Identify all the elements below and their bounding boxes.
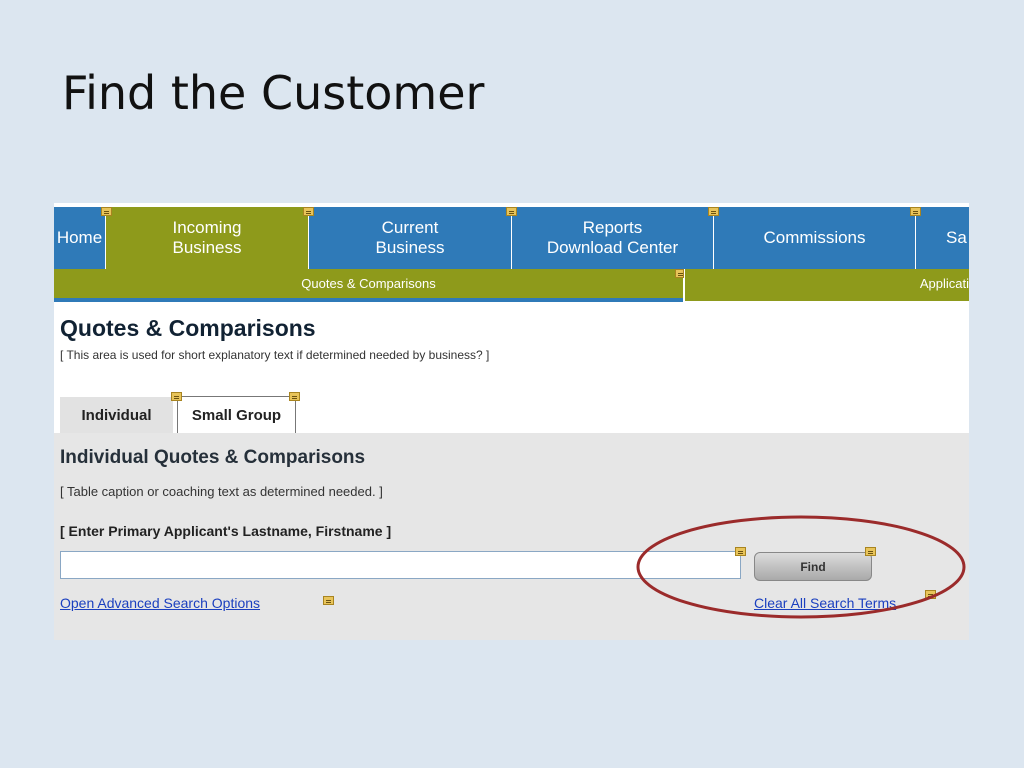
panel-caption: [ Table caption or coaching text as dete… <box>60 484 383 499</box>
tab-small-group[interactable]: Small Group <box>177 396 296 434</box>
applicant-name-input[interactable] <box>60 551 741 579</box>
nav-home[interactable]: Home <box>54 207 106 269</box>
subnav-applications-label: Applicati <box>919 276 969 291</box>
nav-sales-label: Sa <box>946 228 967 247</box>
panel-heading: Individual Quotes & Comparisons <box>60 447 366 468</box>
sticky-note-icon <box>708 207 719 216</box>
sticky-note-icon <box>925 590 936 599</box>
slide-title: Find the Customer <box>62 66 485 120</box>
sticky-note-icon <box>675 269 684 278</box>
sticky-note-icon <box>865 547 876 556</box>
applicant-name-label: [ Enter Primary Applicant's Lastname, Fi… <box>60 523 392 539</box>
top-navigation: Home Incoming Business Current Business … <box>54 207 969 269</box>
nav-reports-download-center[interactable]: Reports Download Center <box>512 207 714 269</box>
nav-sales-partial[interactable]: Sa <box>916 207 969 269</box>
subnav-quotes-label: Quotes & Comparisons <box>301 276 436 291</box>
nav-current-business-label: Current Business <box>375 218 445 257</box>
nav-commissions[interactable]: Commissions <box>714 207 916 269</box>
tab-small-group-label: Small Group <box>191 407 282 424</box>
nav-incoming-business-label: Incoming Business <box>172 218 242 257</box>
active-subnav-indicator <box>54 298 683 302</box>
tab-individual[interactable]: Individual <box>60 397 173 433</box>
nav-commissions-label: Commissions <box>763 228 866 247</box>
subnav-applications-partial[interactable]: Applicati <box>684 269 969 298</box>
sticky-note-icon <box>323 596 334 605</box>
tab-individual-label: Individual <box>81 406 152 424</box>
nav-reports-label: Reports Download Center <box>546 218 679 257</box>
sticky-note-icon <box>101 207 112 216</box>
search-panel: Individual Quotes & Comparisons [ Table … <box>54 433 969 640</box>
sticky-note-icon <box>171 392 182 401</box>
nav-home-label: Home <box>56 228 103 247</box>
nav-current-business[interactable]: Current Business <box>309 207 512 269</box>
nav-incoming-business[interactable]: Incoming Business <box>106 207 309 269</box>
subnav-quotes-comparisons[interactable]: Quotes & Comparisons <box>54 269 683 298</box>
sticky-note-icon <box>910 207 921 216</box>
open-advanced-search-link[interactable]: Open Advanced Search Options <box>60 595 260 611</box>
app-screenshot: Home Incoming Business Current Business … <box>54 203 969 640</box>
page-explanatory-text: [ This area is used for short explanator… <box>60 348 490 362</box>
sticky-note-icon <box>735 547 746 556</box>
sticky-note-icon <box>506 207 517 216</box>
sticky-note-icon <box>303 207 314 216</box>
sticky-note-icon <box>289 392 300 401</box>
clear-search-terms-link[interactable]: Clear All Search Terms <box>754 595 896 611</box>
find-button[interactable]: Find <box>754 552 872 581</box>
page-heading: Quotes & Comparisons <box>60 315 316 341</box>
sub-navigation: Quotes & Comparisons Applicati <box>54 269 969 301</box>
